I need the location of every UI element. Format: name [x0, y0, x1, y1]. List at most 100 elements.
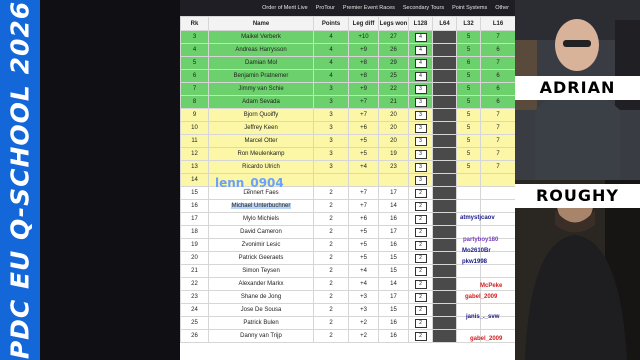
points-cell: 2: [313, 264, 349, 278]
round-cell: 2: [408, 212, 433, 226]
round-cell: 2: [408, 277, 433, 291]
legs-won-cell: 16: [378, 329, 409, 343]
legs-won-cell: 15: [378, 251, 409, 265]
legs-won-cell: 17: [378, 186, 409, 200]
round-cell: [432, 238, 457, 252]
points-cell: 4: [313, 56, 349, 70]
rank-cell: 9: [180, 108, 209, 122]
round-cell: 5: [456, 95, 481, 109]
leg-diff-cell: +2: [348, 329, 379, 343]
name-cell: Adam Sevada: [208, 95, 314, 109]
points-cell: [313, 173, 349, 187]
round-cell: 5: [456, 134, 481, 148]
round-cell: 7: [480, 56, 515, 70]
round-cell: 2: [408, 251, 433, 265]
round-cell: 5: [456, 160, 481, 174]
round-cell: 2: [408, 238, 433, 252]
points-cell: 3: [313, 147, 349, 161]
round-cell: [432, 43, 457, 57]
round-badge: 2: [414, 318, 427, 328]
chat-username: gabel_2009: [470, 336, 503, 342]
points-cell: 4: [313, 69, 349, 83]
rank-cell: 12: [180, 147, 209, 161]
name-cell: Maikel Verberk: [208, 30, 314, 44]
round-badge: 3: [414, 123, 427, 133]
points-cell: 3: [313, 121, 349, 135]
round-cell: [456, 186, 481, 200]
leg-diff-cell: +9: [348, 43, 379, 57]
legs-won-cell: 25: [378, 69, 409, 83]
rank-cell: 8: [180, 95, 209, 109]
legs-won-cell: 26: [378, 43, 409, 57]
name-cell: Marcel Otter: [208, 134, 314, 148]
round-badge: 2: [414, 227, 427, 237]
leg-diff-cell: +7: [348, 186, 379, 200]
round-badge: 2: [414, 266, 427, 276]
leg-diff-cell: +4: [348, 160, 379, 174]
name-cell: David Cameron: [208, 225, 314, 239]
stream-frame: PDC EU Q-SCHOOL 2026 Order of Merit Live…: [0, 0, 640, 360]
nav-link[interactable]: Point Systems: [452, 5, 487, 11]
nav-link[interactable]: Secondary Tours: [403, 5, 444, 11]
column-header[interactable]: L16: [480, 16, 515, 31]
table-row: 12 Ron Meulenkamp 3 +5 19 3 5 7: [180, 147, 515, 161]
round-badge: 3: [414, 136, 427, 146]
nav-link[interactable]: Other: [495, 5, 509, 11]
table-row: 3 Maikel Verberk 4 +10 27 4 5 7: [180, 30, 515, 44]
nav-link[interactable]: Premier Event Races: [343, 5, 395, 11]
round-cell: 5: [456, 43, 481, 57]
leg-diff-cell: +4: [348, 264, 379, 278]
leg-diff-cell: +5: [348, 251, 379, 265]
points-cell: 3: [313, 95, 349, 109]
round-cell: [432, 121, 457, 135]
name-cell: Patrick Geeraets: [208, 251, 314, 265]
round-cell: 7: [480, 30, 515, 44]
round-cell: 6: [480, 43, 515, 57]
legs-won-cell: [378, 173, 409, 187]
round-badge: 4: [414, 71, 427, 81]
round-cell: 6: [480, 95, 515, 109]
column-header[interactable]: L64: [432, 16, 457, 31]
name-cell: Jose De Sousa: [208, 303, 314, 317]
round-cell: [432, 173, 457, 187]
nav-link[interactable]: ProTour: [316, 5, 335, 11]
column-header[interactable]: Points: [313, 16, 349, 31]
table-row: 10 Jeffrey Keen 3 +6 20 3 5 7: [180, 121, 515, 135]
round-cell: [432, 30, 457, 44]
round-badge: 2: [414, 305, 427, 315]
event-banner: PDC EU Q-SCHOOL 2026: [0, 0, 40, 360]
table-row: 11 Marcel Otter 3 +5 20 3 5 7: [180, 134, 515, 148]
background-panel: [40, 0, 180, 360]
leg-diff-cell: +7: [348, 95, 379, 109]
chat-username: McPeke: [480, 283, 503, 289]
selected-text: Michael Unterbuchner: [230, 203, 292, 209]
points-cell: 2: [313, 316, 349, 330]
rank-cell: 5: [180, 56, 209, 70]
round-cell: [432, 316, 457, 330]
nav-link[interactable]: Order of Merit Live: [262, 5, 308, 11]
column-header[interactable]: Leg diff: [348, 16, 379, 31]
round-badge: 3: [414, 84, 427, 94]
table-row: 7 Jimmy van Schie 3 +9 22 3 5 6: [180, 82, 515, 96]
legs-won-cell: 20: [378, 108, 409, 122]
legs-won-cell: 17: [378, 225, 409, 239]
column-header[interactable]: Rk: [180, 16, 209, 31]
round-cell: [432, 199, 457, 213]
column-header[interactable]: L128: [408, 16, 433, 31]
round-cell: [432, 160, 457, 174]
column-header[interactable]: L32: [456, 16, 481, 31]
name-cell: Benjamin Pratnemer: [208, 69, 314, 83]
round-cell: 4: [408, 43, 433, 57]
leg-diff-cell: +6: [348, 121, 379, 135]
points-cell: 2: [313, 238, 349, 252]
name-cell: Danny van Trijp: [208, 329, 314, 343]
round-cell: 7: [480, 134, 515, 148]
chat-username: janis_._svw: [466, 314, 500, 320]
name-cell: Ricardo Ulrich: [208, 160, 314, 174]
table-row: 13 Ricardo Ulrich 3 +4 23 3 5 7: [180, 160, 515, 174]
column-header[interactable]: Name: [208, 16, 314, 31]
points-cell: 2: [313, 303, 349, 317]
round-cell: 2: [408, 316, 433, 330]
leg-diff-cell: +6: [348, 212, 379, 226]
column-header[interactable]: Legs won: [378, 16, 409, 31]
